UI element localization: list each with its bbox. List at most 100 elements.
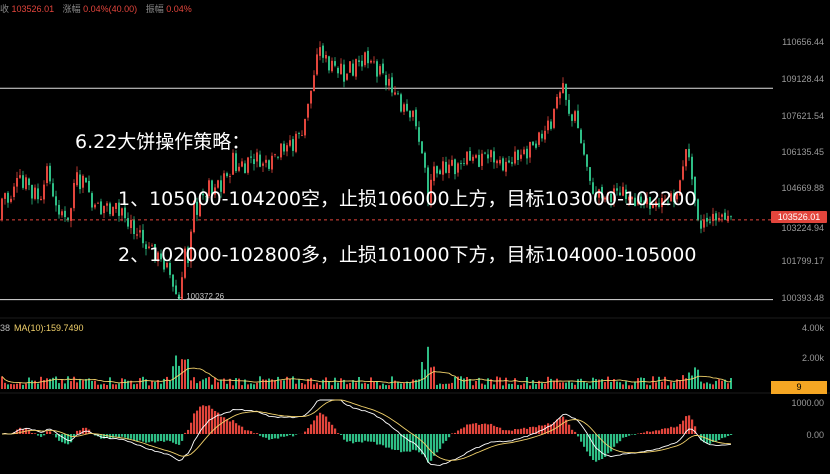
volume-bar: [169, 381, 171, 389]
volume-bar: [679, 381, 681, 389]
volume-bar: [730, 378, 732, 389]
candle-body: [406, 104, 408, 111]
macd-histogram-bar: [202, 405, 204, 434]
volume-bar: [295, 384, 297, 389]
candle-body: [478, 155, 480, 167]
volume-bar: [148, 385, 150, 389]
macd-histogram-bar: [184, 433, 186, 434]
macd-histogram-bar: [151, 434, 153, 441]
candle-body: [109, 203, 111, 214]
volume-bar: [58, 383, 60, 389]
candle-body: [238, 167, 240, 171]
volume-bar: [112, 384, 114, 389]
volume-bar: [10, 384, 12, 389]
volume-bar: [220, 380, 222, 390]
volume-bar: [226, 384, 228, 389]
macd-histogram-bar: [469, 424, 471, 434]
strategy-short-plan: 1、105000-104200空，止损106000上方，目标103000-102…: [118, 184, 696, 211]
candle-body: [568, 100, 570, 114]
volume-bar: [190, 380, 192, 389]
macd-histogram-bar: [619, 434, 621, 441]
volume-bar: [706, 382, 708, 389]
candle-body: [583, 143, 585, 154]
volume-bar: [319, 385, 321, 389]
macd-histogram-bar: [664, 428, 666, 434]
macd-histogram-bar: [259, 434, 261, 436]
volume-bar: [535, 384, 537, 389]
volume-badge: 9: [771, 381, 827, 394]
volume-bar: [91, 381, 93, 389]
macd-histogram-bar: [406, 434, 408, 452]
volume-bar: [445, 384, 447, 389]
volume-bar: [556, 379, 558, 389]
volume-bar: [454, 377, 456, 389]
candle-body: [226, 173, 228, 176]
candle-body: [298, 133, 300, 134]
macd-histogram-bar: [454, 433, 456, 434]
candle-body: [556, 97, 558, 108]
volume-bar: [241, 385, 243, 389]
volume-bar: [688, 373, 690, 390]
macd-histogram-bar: [124, 434, 126, 438]
macd-histogram-bar: [661, 429, 663, 434]
candle-body: [574, 111, 576, 121]
candle-body: [355, 59, 357, 77]
candle-body: [301, 135, 303, 136]
volume-bar: [439, 384, 441, 389]
candle-body: [442, 161, 444, 174]
macd-histogram-bar: [562, 417, 564, 434]
macd-histogram-bar: [463, 427, 465, 434]
macd-histogram-bar: [316, 416, 318, 434]
volume-bar: [385, 385, 387, 389]
volume-bar: [586, 383, 588, 389]
candle-body: [724, 213, 726, 220]
macd-histogram-bar: [379, 434, 381, 444]
candle-body: [589, 167, 591, 181]
macd-histogram-bar: [688, 415, 690, 434]
macd-histogram-bar: [292, 434, 294, 436]
candle-body: [13, 187, 15, 197]
candle-body: [520, 155, 522, 159]
candle-body: [409, 111, 411, 118]
macd-histogram-bar: [346, 434, 348, 442]
macd-histogram-bar: [382, 434, 384, 445]
volume-bar: [616, 382, 618, 390]
volume-bar: [502, 385, 504, 389]
macd-histogram-bar: [499, 428, 501, 434]
volume-bar: [76, 382, 78, 389]
candle-body: [52, 183, 54, 196]
candle-body: [139, 230, 141, 232]
candle-body: [112, 207, 114, 216]
volume-bar: [142, 377, 144, 389]
candle-body: [88, 181, 90, 192]
macd-histogram-bar: [37, 434, 39, 436]
macd-histogram-bar: [295, 434, 297, 435]
volume-bar: [121, 378, 123, 389]
volume-bar: [16, 384, 18, 389]
volume-bar: [313, 384, 315, 389]
macd-histogram-bar: [370, 434, 372, 442]
candle-body: [136, 234, 138, 235]
macd-histogram-bar: [385, 434, 387, 448]
amplitude-value: 0.04%: [166, 4, 192, 14]
volume-bar: [574, 385, 576, 389]
ohlc-header: 收 103526.01 涨幅 0.04%(40.00) 振幅 0.04%: [0, 2, 198, 15]
candle-body: [580, 130, 582, 143]
macd-histogram-bar: [634, 434, 636, 435]
candlestick-chart: [0, 0, 830, 469]
candle-body: [337, 68, 339, 73]
macd-histogram-bar: [520, 429, 522, 434]
macd-histogram-bar: [505, 430, 507, 434]
candle-body: [283, 144, 285, 152]
macd-histogram-bar: [250, 431, 252, 434]
macd-histogram-bar: [139, 434, 141, 440]
volume-bar: [178, 366, 180, 389]
candle-body: [256, 152, 258, 161]
volume-bar: [283, 380, 285, 389]
volume-bar: [211, 385, 213, 389]
candle-body: [715, 213, 717, 220]
candle-body: [232, 153, 234, 175]
candle-body: [271, 156, 273, 170]
candle-body: [487, 154, 489, 158]
macd-histogram-bar: [679, 424, 681, 434]
